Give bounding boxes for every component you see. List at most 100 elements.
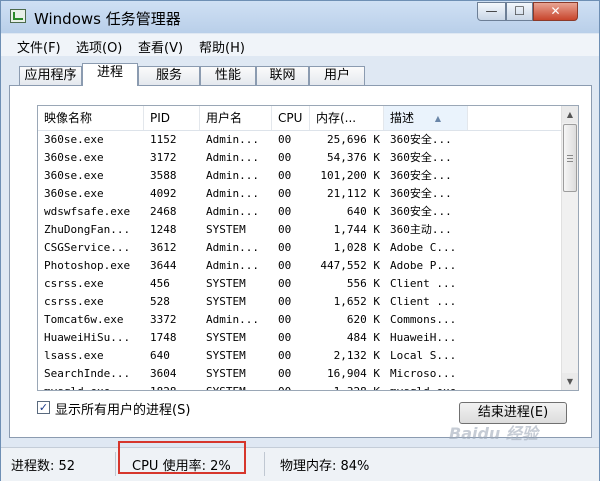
task-manager-icon: [10, 9, 26, 23]
cell-memory: 25,696 K: [327, 133, 380, 146]
cell-pid: 3612: [150, 241, 177, 254]
status-divider: [115, 452, 116, 476]
status-bar: 进程数: 52 CPU 使用率: 2% 物理内存: 84%: [1, 447, 599, 481]
status-process-count: 进程数: 52: [11, 459, 76, 474]
cell-memory: 1,028 K: [333, 241, 380, 254]
column-image-name[interactable]: 映像名称: [38, 106, 144, 130]
process-list[interactable]: 映像名称 PID 用户名 CPU 内存(... 描述 ▲ 360se.exe 11…: [37, 105, 579, 391]
cell-user-name: SYSTEM: [206, 367, 246, 380]
scrollbar-thumb[interactable]: [563, 124, 577, 192]
cell-memory: 2,132 K: [333, 349, 380, 362]
cell-image-name: csrss.exe: [44, 277, 104, 290]
column-pid[interactable]: PID: [144, 106, 200, 130]
cell-description: 360安全...: [390, 133, 452, 146]
column-cpu[interactable]: CPU: [272, 106, 310, 130]
cell-memory: 16,904 K: [327, 367, 380, 380]
column-user-name[interactable]: 用户名: [200, 106, 272, 130]
show-all-users-checkbox[interactable]: ✓: [37, 401, 50, 414]
cell-cpu: 00: [278, 259, 292, 272]
maximize-button[interactable]: ☐: [506, 2, 533, 21]
scroll-down-arrow-icon[interactable]: ▼: [562, 373, 578, 390]
tab-networking[interactable]: 联网: [256, 66, 309, 85]
menu-file[interactable]: 文件(F): [17, 37, 61, 56]
cell-description: HuaweiH...: [390, 331, 457, 344]
cell-description: Microso...: [390, 367, 457, 380]
cell-user-name: Admin...: [206, 241, 259, 254]
process-row[interactable]: wdswfsafe.exe 2468 Admin... 00 640 K 360安全...: [38, 203, 561, 221]
menu-help[interactable]: 帮助(H): [199, 37, 245, 56]
cell-pid: 3372: [150, 313, 177, 326]
close-button[interactable]: ✕: [533, 2, 578, 21]
cell-image-name: Photoshop.exe: [44, 259, 131, 272]
cell-memory: 1,652 K: [333, 295, 380, 308]
sort-ascending-icon: ▲: [434, 114, 441, 123]
process-row[interactable]: 360se.exe 1152 Admin... 00 25,696 K 360安全...: [38, 131, 561, 149]
cell-pid: 3644: [150, 259, 177, 272]
cell-user-name: SYSTEM: [206, 349, 246, 362]
processes-panel: 映像名称 PID 用户名 CPU 内存(... 描述 ▲ 360se.exe 11…: [9, 85, 592, 438]
cell-image-name: 360se.exe: [44, 169, 104, 182]
menu-bar: 文件(F) 选项(O) 查看(V) 帮助(H): [1, 34, 599, 56]
tab-users[interactable]: 用户: [309, 66, 365, 85]
cell-description: Adobe C...: [390, 241, 457, 254]
scroll-up-arrow-icon[interactable]: ▲: [562, 106, 578, 123]
cell-image-name: wdswfsafe.exe: [44, 205, 131, 218]
window-title: Windows 任务管理器: [34, 10, 181, 28]
process-row[interactable]: ZhuDongFan... 1248 SYSTEM 00 1,744 K 360主动...: [38, 221, 561, 239]
process-row[interactable]: csrss.exe 456 SYSTEM 00 556 K Client ...: [38, 275, 561, 293]
process-row[interactable]: Photoshop.exe 3644 Admin... 00 447,552 K Adob…: [38, 257, 561, 275]
cell-description: 360安全...: [390, 205, 452, 218]
process-row[interactable]: csrss.exe 528 SYSTEM 00 1,652 K Client ...: [38, 293, 561, 311]
cell-user-name: SYSTEM: [206, 295, 246, 308]
process-row[interactable]: Tomcat6w.exe 3372 Admin... 00 620 K Commons..…: [38, 311, 561, 329]
cell-image-name: 360se.exe: [44, 151, 104, 164]
process-row[interactable]: 360se.exe 3172 Admin... 00 54,376 K 360安全...: [38, 149, 561, 167]
tab-services[interactable]: 服务: [138, 66, 200, 85]
cell-user-name: Admin...: [206, 151, 259, 164]
menu-options[interactable]: 选项(O): [76, 37, 122, 56]
cell-user-name: Admin...: [206, 133, 259, 146]
cell-memory: 484 K: [346, 331, 380, 344]
cell-memory: 640 K: [346, 205, 380, 218]
tab-strip: 应用程序 进程 服务 性能 联网 用户: [1, 63, 599, 86]
cell-cpu: 00: [278, 367, 292, 380]
cell-pid: 2468: [150, 205, 177, 218]
tab-performance[interactable]: 性能: [200, 66, 256, 85]
column-description[interactable]: 描述 ▲: [384, 106, 468, 130]
title-bar[interactable]: Windows 任务管理器 — ☐ ✕: [1, 1, 599, 33]
process-row[interactable]: CSGService... 3612 Admin... 00 1,028 K Adobe …: [38, 239, 561, 257]
task-manager-window: Windows 任务管理器 — ☐ ✕ 文件(F) 选项(O) 查看(V) 帮助…: [0, 0, 600, 481]
cell-memory: 447,552 K: [320, 259, 380, 272]
process-row[interactable]: 360se.exe 3588 Admin... 00 101,200 K 360安全...: [38, 167, 561, 185]
process-row[interactable]: mysqld.exe1828SYSTEM001,328 Kmysqld.exe: [38, 383, 561, 390]
cell-user-name: SYSTEM: [200, 383, 272, 390]
cell-user-name: Admin...: [206, 205, 259, 218]
cell-pid: 1748: [150, 331, 177, 344]
cell-pid: 1248: [150, 223, 177, 236]
cell-memory: 556 K: [346, 277, 380, 290]
cell-description: Adobe P...: [390, 259, 457, 272]
tab-applications[interactable]: 应用程序: [19, 66, 82, 85]
process-row[interactable]: HuaweiHiSu... 1748 SYSTEM 00 484 K HuaweiH...: [38, 329, 561, 347]
cell-memory: 620 K: [346, 313, 380, 326]
cell-pid: 640: [150, 349, 170, 362]
watermark: Baidu 经验: [449, 424, 538, 443]
menu-view[interactable]: 查看(V): [138, 37, 183, 56]
cell-cpu: 00: [272, 383, 310, 390]
cell-memory: 1,328 K: [310, 383, 384, 390]
cell-image-name: csrss.exe: [44, 295, 104, 308]
cell-user-name: SYSTEM: [206, 223, 246, 236]
cell-user-name: Admin...: [206, 313, 259, 326]
vertical-scrollbar[interactable]: ▲ ▼: [561, 106, 578, 390]
minimize-button[interactable]: —: [477, 2, 506, 21]
cell-image-name: lsass.exe: [44, 349, 104, 362]
process-row[interactable]: 360se.exe 4092 Admin... 00 21,112 K 360安全...: [38, 185, 561, 203]
column-memory[interactable]: 内存(...: [310, 106, 384, 130]
cell-image-name: SearchInde...: [44, 367, 131, 380]
process-row[interactable]: SearchInde... 3604 SYSTEM 00 16,904 K Microso…: [38, 365, 561, 383]
cell-memory: 101,200 K: [320, 169, 380, 182]
tab-processes[interactable]: 进程: [82, 63, 138, 86]
cell-cpu: 00: [278, 205, 292, 218]
process-row[interactable]: lsass.exe 640 SYSTEM 00 2,132 K Local S...: [38, 347, 561, 365]
cell-description: Local S...: [390, 349, 457, 362]
